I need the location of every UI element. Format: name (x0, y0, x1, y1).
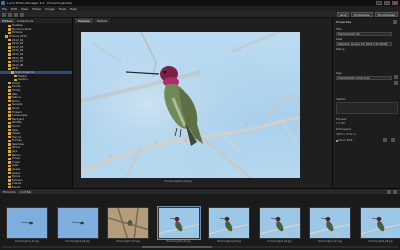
folder-panel: Folders Collections Desktop My Documents P… (0, 18, 73, 188)
folder-tree: Desktop My Documents Pictures Pictures 2012… (0, 24, 72, 188)
thumbnail[interactable] (359, 207, 400, 239)
thumbnail-label: Hummingbird_01.jpg (14, 240, 40, 243)
filmstrip-scroll-thumb[interactable] (142, 246, 212, 248)
thumbnail-label: Hummingbird_07.jpg (317, 240, 343, 243)
pin-icon[interactable] (393, 20, 397, 24)
menu-file[interactable]: File (2, 7, 7, 11)
camera-icon (336, 140, 338, 142)
title-label: Title (336, 28, 342, 31)
rotate-left-icon[interactable] (383, 138, 387, 142)
thumbnail[interactable] (156, 206, 201, 240)
toolbar-icons (2, 12, 24, 17)
view-switcher: Grid Properties Thumbnails (337, 12, 398, 17)
filmstrip: Hummingbird_01.jpg Hummingbird_02.jpg Humm… (0, 194, 400, 250)
tags-label: Tags (336, 72, 342, 75)
thumbnail-label: Hummingbird_04.jpg (166, 240, 191, 243)
thumbnail-image (259, 216, 300, 238)
properties-button[interactable]: Properties (351, 12, 373, 17)
thumbnail-label: Hummingbird_06.jpg (267, 240, 292, 243)
thumbnail-image (71, 221, 84, 225)
grid-view-button[interactable]: Grid (337, 12, 350, 17)
tab-details[interactable]: Details (93, 18, 111, 23)
window-controls: _ □ x (376, 1, 398, 5)
caption-label: Caption (336, 98, 347, 101)
dimensions-label: Dimensions (336, 128, 352, 131)
thumbnail-image (310, 216, 350, 238)
thumbnails-button[interactable]: Thumbnails (374, 12, 398, 17)
main-photo[interactable] (81, 32, 300, 178)
refresh-icon[interactable] (20, 12, 24, 17)
tab-preview[interactable]: Preview (75, 18, 93, 23)
caption-field[interactable] (336, 102, 398, 114)
window-title: Lucid Photo Manager 4.5 - [Hummingbirds] (7, 1, 72, 5)
zoom-icon[interactable] (393, 190, 397, 194)
thumbnail[interactable] (258, 207, 301, 239)
folder-tabs: Folders Collections (0, 18, 72, 23)
thumbnail[interactable] (6, 207, 48, 239)
preview-panel: Preview Details Hummingbird_04.jpg (73, 18, 332, 200)
up-folder-icon[interactable] (14, 12, 18, 17)
properties-header: Properties (336, 20, 352, 24)
close-button[interactable]: x (392, 1, 398, 5)
filmstrip-tools (387, 190, 397, 194)
photo-caption: Hummingbird_04.jpg (164, 180, 192, 183)
sort-icon[interactable] (387, 190, 391, 194)
camera-label: Canon EOS (338, 139, 353, 142)
title-field[interactable]: Hummingbird_04 (336, 32, 392, 36)
tab-collections[interactable]: Collections (15, 18, 35, 23)
tag-edit-icon[interactable] (394, 81, 398, 85)
tab-folders[interactable]: Folders (0, 18, 15, 23)
toolbar: Grid Properties Thumbnails (0, 11, 400, 18)
file-size-value: 2.3 MB (336, 122, 345, 125)
thumbnail-label: Hummingbird_02.jpg (65, 240, 90, 243)
menu-folder[interactable]: Folder (32, 7, 41, 11)
minimize-button[interactable]: _ (376, 1, 382, 5)
menu-view[interactable]: View (21, 7, 28, 11)
thumbnail-image (209, 216, 249, 238)
thumbnail-label: Hummingbird_05.jpg (216, 240, 242, 243)
menu-help[interactable]: Help (70, 7, 77, 11)
thumbnail[interactable] (107, 207, 149, 239)
thumbnail-image (360, 216, 400, 238)
thumbnail-image (158, 216, 199, 238)
thumbnail[interactable] (208, 207, 250, 239)
file-size-label: File size (336, 118, 347, 121)
maximize-button[interactable]: □ (384, 1, 390, 5)
back-icon[interactable] (2, 12, 6, 17)
menu-edit[interactable]: Edit (11, 7, 17, 11)
thumbnail[interactable] (309, 207, 351, 239)
preview-tabs: Preview Details (75, 18, 111, 23)
app-icon (1, 1, 5, 5)
properties-panel: Properties Title Hummingbird_04 Date Sat… (332, 18, 400, 188)
menu-tools[interactable]: Tools (59, 7, 66, 11)
menu-image[interactable]: Image (45, 7, 54, 11)
hummingbird-photo (81, 32, 300, 178)
filmstrip-scrollbar[interactable] (2, 246, 398, 248)
thumbnail-label: Hummingbird_03.jpg (115, 240, 141, 243)
tag-add-icon[interactable] (394, 75, 398, 79)
thumbnail-label: Hummingbird_08.jpg (368, 240, 393, 243)
tags-field[interactable]: Hummingbird, birds, tree (336, 76, 392, 80)
thumbnail-image (20, 221, 33, 225)
rating-label: Rating (336, 48, 345, 51)
rotate-right-icon[interactable] (391, 138, 395, 142)
date-field[interactable]: Saturday, January 14, 2012 2:45:18 PM (336, 42, 392, 46)
forward-icon[interactable] (8, 12, 12, 17)
thumbnail[interactable] (56, 207, 99, 239)
dimensions-value: 3888 x 2592 px (336, 133, 357, 136)
date-label: Date (336, 38, 343, 41)
thumbnail-image (108, 208, 148, 238)
